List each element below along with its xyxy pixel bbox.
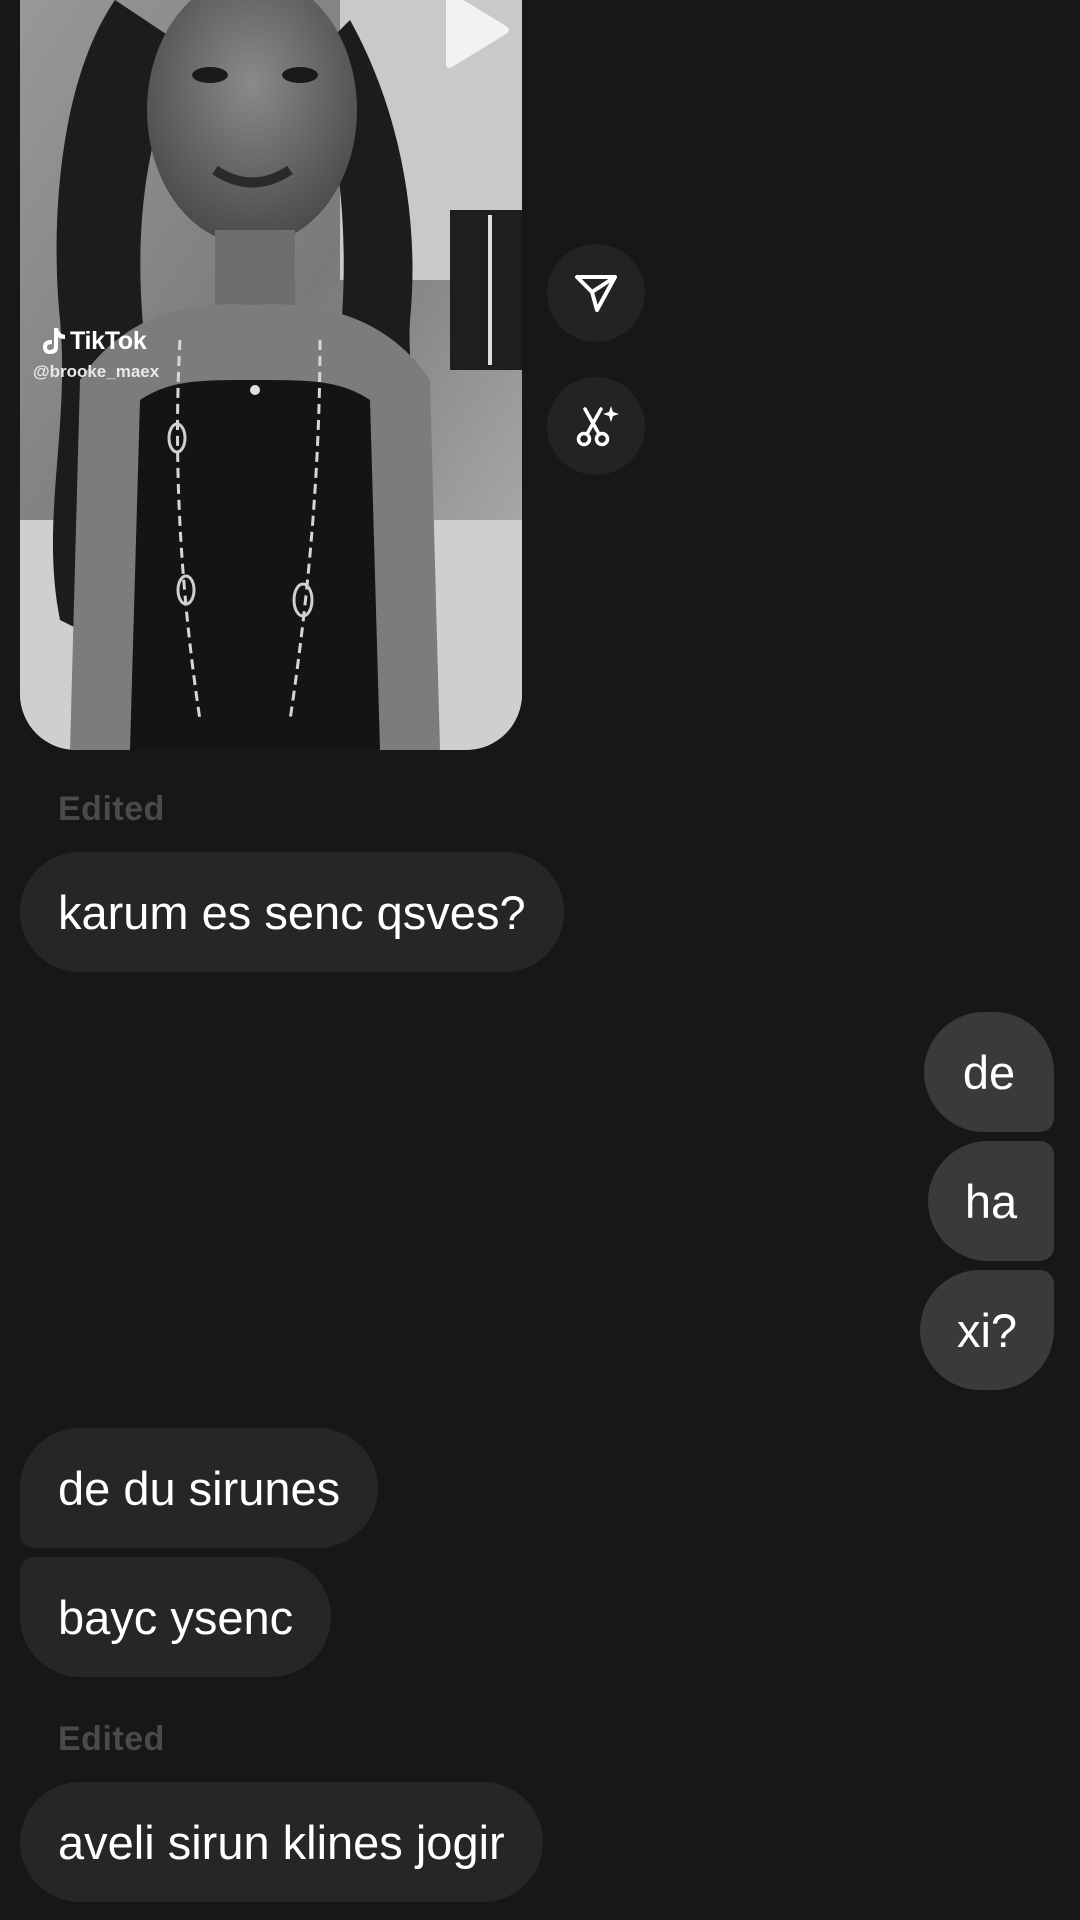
message-bubble-sent[interactable]: de (924, 1012, 1054, 1132)
message-bubble-received[interactable]: karum es senc qsves? (20, 852, 564, 972)
scissors-sparkle-icon (576, 406, 619, 447)
tiktok-watermark: TikTok (40, 326, 147, 356)
message-bubble-received[interactable]: de du sirunes (20, 1428, 379, 1548)
message-bubble-sent[interactable]: xi? (920, 1270, 1054, 1390)
edited-label: Edited (58, 790, 165, 828)
remix-button[interactable] (547, 377, 645, 475)
paper-plane-share-icon (575, 275, 617, 312)
play-icon[interactable] (440, 0, 512, 70)
edited-label: Edited (58, 1720, 165, 1758)
message-bubble-received[interactable]: aveli sirun klines jogir (20, 1782, 543, 1902)
shared-video-card[interactable]: TikTok @brooke_maex (20, 0, 522, 750)
tiktok-handle: @brooke_maex (33, 362, 160, 381)
tiktok-note-icon (43, 328, 65, 354)
message-bubble-sent[interactable]: ha (928, 1141, 1054, 1261)
share-button[interactable] (547, 244, 645, 342)
message-bubble-received[interactable]: bayc ysenc (20, 1557, 332, 1677)
tiktok-logo-text: TikTok (70, 326, 147, 355)
